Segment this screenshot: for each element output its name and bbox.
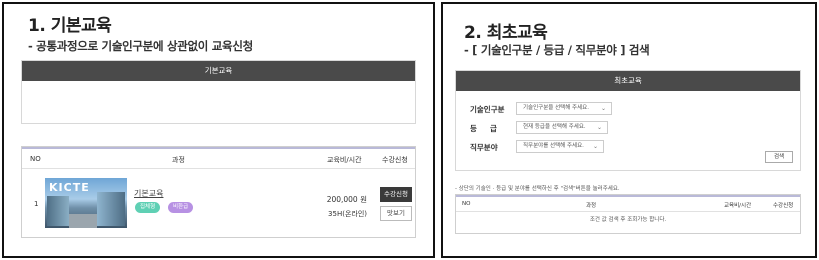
select-placeholder: 직무분야를 선택해 주세요.	[523, 143, 584, 149]
col-no: NO	[30, 155, 41, 163]
basic-education-box: 기본교육	[21, 60, 416, 124]
chevron-down-icon: ⌄	[592, 143, 598, 150]
course-hours: 35H(온라인)	[328, 210, 367, 218]
filter-label-field: 직무분야	[470, 143, 498, 152]
chevron-down-icon: ⌄	[596, 124, 602, 131]
filter-label-grade: 등 급	[470, 124, 497, 133]
grade-select[interactable]: 현재 등급을 선택해 주세요. ⌄	[516, 121, 608, 134]
tag-classroom: 집체형	[135, 202, 161, 213]
select-placeholder: 기술인구분을 선택해 주세요.	[523, 105, 589, 111]
thumbnail-road	[69, 214, 97, 228]
course-table: NO 과정 교육비/시간 수강신청 1 KICTE 기본교육 집체형 비환급 2…	[21, 146, 416, 238]
tag-non-refund: 비환급	[168, 202, 194, 213]
chevron-down-icon: ⌄	[600, 105, 606, 112]
search-box: 최초교육 기술인구분 기술인구분을 선택해 주세요. ⌄ 등 급 현재 등급을 …	[455, 70, 801, 171]
enroll-button[interactable]: 수강신청	[380, 187, 412, 202]
initial-education-panel: 2. 최초교육 - [ 기술인구분 / 등급 / 직무분야 ] 검색 최초교육 …	[441, 2, 817, 258]
col-apply: 수강신청	[773, 203, 794, 209]
empty-message: 조건 값 검색 후 조회가능 합니다.	[589, 217, 667, 223]
basic-education-panel: 1. 기본교육 - 공통과정으로 기술인구분에 상관없이 교육신청 기본교육 N…	[2, 2, 435, 258]
table-header: NO 과정 교육비/시간 수강신청	[456, 195, 800, 212]
result-table: NO 과정 교육비/시간 수강신청 조건 값 검색 후 조회가능 합니다.	[455, 194, 801, 234]
thumbnail-building	[97, 192, 125, 226]
search-button[interactable]: 검색	[765, 151, 793, 163]
row-number: 1	[34, 200, 39, 208]
section-title: 2. 최초교육	[464, 23, 548, 43]
select-placeholder: 현재 등급을 선택해 주세요.	[523, 124, 586, 130]
basic-education-header: 기본교육	[22, 61, 415, 81]
col-fee: 교육비/시간	[724, 203, 752, 209]
section-title: 1. 기본교육	[28, 16, 112, 36]
job-field-select[interactable]: 직무분야를 선택해 주세요. ⌄	[516, 140, 604, 153]
table-header: NO 과정 교육비/시간 수강신청	[22, 147, 415, 169]
technician-type-select[interactable]: 기술인구분을 선택해 주세요. ⌄	[516, 102, 612, 115]
thumbnail-building	[47, 196, 69, 226]
col-fee: 교육비/시간	[327, 156, 362, 164]
course-thumbnail[interactable]: KICTE	[45, 178, 127, 228]
col-course: 과정	[586, 203, 597, 209]
course-fee: 200,000 원	[326, 195, 367, 204]
col-apply: 수강신청	[382, 156, 408, 164]
initial-education-header: 최초교육	[456, 71, 800, 91]
preview-button[interactable]: 맛보기	[380, 206, 412, 221]
col-course: 과정	[172, 156, 185, 164]
section-subtitle: - 공통과정으로 기술인구분에 상관없이 교육신청	[28, 39, 253, 53]
search-note: - 상단의 기술인 · 등급 및 분야를 선택하신 후 "검색"버튼을 눌러주세…	[455, 186, 620, 192]
course-name-link[interactable]: 기본교육	[134, 188, 163, 199]
filter-label-type: 기술인구분	[470, 105, 505, 114]
col-no: NO	[462, 201, 471, 207]
section-subtitle: - [ 기술인구분 / 등급 / 직무분야 ] 검색	[464, 43, 650, 57]
thumbnail-logo: KICTE	[49, 181, 90, 194]
